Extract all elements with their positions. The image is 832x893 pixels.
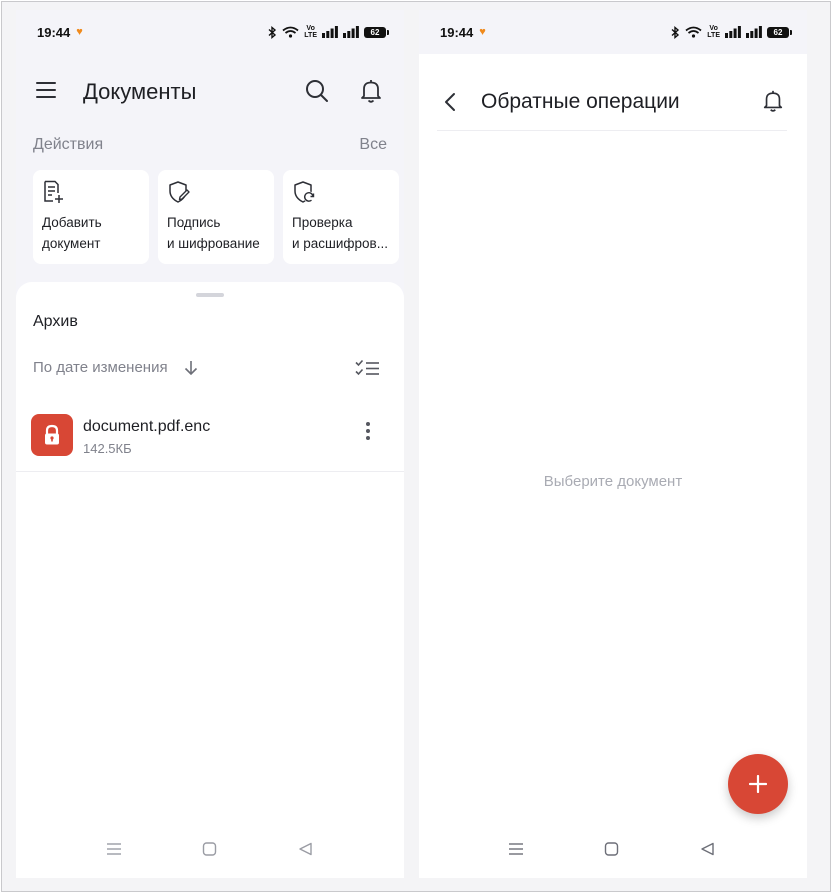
action-card-add-document[interactable]: Добавить документ [33, 170, 149, 264]
status-bar: 19:44 ♥ Vo LTE 62 [16, 10, 404, 54]
bluetooth-icon [671, 25, 680, 39]
add-document-icon [44, 180, 63, 203]
page-title: Обратные операции [481, 90, 680, 113]
actions-title: Действия [33, 136, 104, 153]
status-icons: Vo LTE 62 [671, 25, 792, 39]
bell-icon[interactable] [358, 78, 384, 104]
add-fab-button[interactable] [728, 754, 788, 814]
bluetooth-icon [268, 25, 277, 39]
wifi-icon [685, 26, 702, 38]
battery-icon: 62 [364, 26, 389, 38]
recent-apps-icon[interactable] [106, 842, 122, 856]
lock-icon [31, 414, 73, 456]
home-icon[interactable] [202, 842, 217, 856]
system-nav-bar [16, 828, 404, 878]
menu-icon[interactable] [36, 82, 56, 98]
status-bar: 19:44 ♥ Vo LTE 62 [419, 10, 807, 54]
status-icons: Vo LTE 62 [268, 25, 389, 39]
search-icon[interactable] [304, 78, 330, 104]
status-time: 19:44 [37, 24, 71, 40]
battery-icon: 62 [767, 26, 792, 38]
shield-refresh-icon [294, 181, 315, 203]
action-card-label-line2: и шифрование [167, 236, 260, 251]
volte-indicator: Vo LTE [304, 25, 317, 39]
documents-screen: 19:44 ♥ Vo LTE 62 Документы Действия Все [16, 10, 404, 878]
recent-apps-icon[interactable] [508, 842, 524, 856]
home-icon[interactable] [604, 842, 619, 856]
heart-icon: ♥ [76, 26, 83, 38]
actions-header: Действия Все [33, 136, 387, 154]
arrow-down-icon[interactable] [183, 359, 199, 377]
bell-icon[interactable] [761, 88, 785, 114]
signal-icon-2 [343, 26, 359, 38]
sort-button[interactable]: По дате изменения [33, 359, 168, 376]
sheet-drag-handle[interactable] [196, 293, 224, 297]
action-card-label-line2: документ [42, 236, 101, 251]
status-time: 19:44 [440, 24, 474, 40]
header-divider [437, 130, 787, 131]
plus-icon [749, 775, 767, 793]
action-card-verify-decrypt[interactable]: Проверка и расшифров... [283, 170, 399, 264]
action-card-sign-encrypt[interactable]: Подпись и шифрование [158, 170, 274, 264]
shield-pen-icon [169, 181, 190, 203]
file-list-item[interactable]: document.pdf.enc 142.5КБ [16, 404, 404, 472]
file-name: document.pdf.enc [83, 418, 211, 435]
checklist-icon[interactable] [355, 359, 381, 379]
reverse-operations-screen: 19:44 ♥ Vo LTE 62 Обратные операции Выбе… [419, 10, 807, 878]
back-nav-icon[interactable] [700, 842, 715, 856]
signal-icon-2 [746, 26, 762, 38]
empty-state-text: Выберите документ [543, 473, 683, 490]
signal-icon [322, 26, 338, 38]
file-size: 142.5КБ [83, 441, 132, 456]
sort-row: По дате изменения [33, 359, 381, 383]
action-card-label-line1: Добавить [42, 215, 102, 230]
system-nav-bar [419, 828, 807, 878]
wifi-icon [282, 26, 299, 38]
heart-icon: ♥ [479, 26, 486, 38]
back-nav-icon[interactable] [298, 842, 313, 856]
action-card-label-line1: Подпись [167, 215, 221, 230]
action-card-label-line2: и расшифров... [292, 236, 388, 251]
top-app-bar: Документы [16, 72, 404, 112]
more-options-icon[interactable] [362, 422, 374, 446]
all-actions-link[interactable]: Все [359, 136, 387, 154]
volte-indicator: Vo LTE [707, 25, 720, 39]
signal-icon [725, 26, 741, 38]
action-card-label-line1: Проверка [292, 215, 353, 230]
archive-title: Архив [33, 313, 78, 330]
page-title: Документы [83, 79, 197, 104]
archive-sheet: Архив По дате изменения document.pdf.enc… [16, 282, 404, 878]
action-cards: Добавить документ Подпись и шифрование П… [33, 170, 399, 264]
back-arrow-icon[interactable] [443, 92, 457, 112]
